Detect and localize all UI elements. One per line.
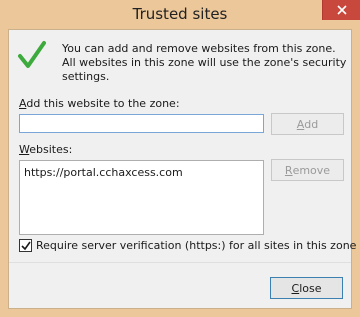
intro-text: You can add and remove websites from thi…	[62, 42, 347, 83]
dialog-footer: Close	[9, 262, 351, 308]
add-website-label: Add this website to the zone:	[19, 97, 180, 110]
add-website-input[interactable]	[19, 114, 264, 133]
websites-list[interactable]: https://portal.cchaxcess.com	[19, 160, 264, 235]
title-bar[interactable]: Trusted sites	[0, 0, 360, 29]
window-title: Trusted sites	[132, 5, 228, 23]
require-verification-label: Require server verification (https:) for…	[36, 239, 357, 252]
trusted-sites-dialog: Trusted sites You can add and remove web…	[0, 0, 360, 317]
checkmark-icon	[18, 41, 46, 68]
websites-label: Websites:	[19, 143, 73, 156]
list-item[interactable]: https://portal.cchaxcess.com	[24, 166, 183, 179]
remove-button[interactable]: Remove	[271, 159, 344, 181]
close-icon	[336, 5, 347, 15]
require-verification-row: Require server verification (https:) for…	[19, 239, 356, 252]
window-close-button[interactable]	[322, 0, 360, 20]
check-icon	[20, 241, 31, 250]
add-button[interactable]: Add	[271, 113, 344, 135]
require-verification-checkbox[interactable]	[19, 239, 32, 252]
close-button[interactable]: Close	[270, 277, 343, 299]
dialog-body: You can add and remove websites from thi…	[8, 29, 356, 309]
